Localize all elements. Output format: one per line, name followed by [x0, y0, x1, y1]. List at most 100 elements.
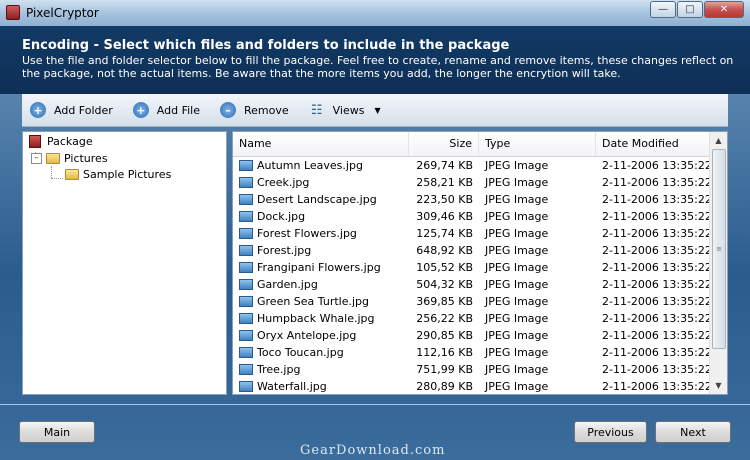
table-row[interactable]: Humpback Whale.jpg 256,22 KB JPEG Image 2-1…: [233, 310, 712, 327]
close-icon[interactable]: ✕: [704, 1, 744, 18]
window-controls: — □ ✕: [649, 1, 744, 18]
table-row[interactable]: Creek.jpg 258,21 KB JPEG Image 2-11-2006 13…: [233, 174, 712, 191]
column-header-name[interactable]: Name: [233, 132, 409, 156]
views-button[interactable]: ☷ Views ▼: [309, 102, 381, 118]
image-file-icon: [239, 262, 253, 273]
cell-size: 309,46 KB: [416, 210, 473, 223]
scroll-down-icon[interactable]: ▼: [710, 377, 727, 394]
table-row[interactable]: Frangipani Flowers.jpg 105,52 KB JPEG Imag…: [233, 259, 712, 276]
cell-name: Forest.jpg: [257, 244, 312, 257]
cell-size: 504,32 KB: [416, 278, 473, 291]
table-row[interactable]: Dock.jpg 309,46 KB JPEG Image 2-11-2006 13:…: [233, 208, 712, 225]
tree-item-sample-pictures[interactable]: Sample Pictures: [65, 168, 171, 181]
cell-name: Oryx Antelope.jpg: [257, 329, 357, 342]
cell-date: 2-11-2006 13:35:22: [602, 227, 712, 240]
table-row[interactable]: Desert Landscape.jpg 223,50 KB JPEG Image 2…: [233, 191, 712, 208]
collapse-icon[interactable]: –: [31, 153, 42, 164]
folder-icon: [65, 169, 79, 180]
column-header-type[interactable]: Type: [479, 132, 596, 156]
column-header-date[interactable]: Date Modified: [596, 132, 711, 156]
toolbar: + Add Folder + Add File – Remove ☷ Views…: [22, 94, 728, 127]
app-icon: [6, 5, 20, 20]
cell-size: 223,50 KB: [416, 193, 473, 206]
add-folder-button[interactable]: + Add Folder: [30, 102, 113, 118]
column-header-size[interactable]: Size: [409, 132, 479, 156]
table-row[interactable]: Forest.jpg 648,92 KB JPEG Image 2-11-2006 1…: [233, 242, 712, 259]
cell-type: JPEG Image: [485, 363, 549, 376]
cell-name: Frangipani Flowers.jpg: [257, 261, 381, 274]
main-button[interactable]: Main: [19, 421, 95, 443]
cell-name: Garden.jpg: [257, 278, 318, 291]
folder-tree[interactable]: Package – Pictures Sample Pictures: [22, 131, 227, 395]
image-file-icon: [239, 245, 253, 256]
cell-type: JPEG Image: [485, 227, 549, 240]
image-file-icon: [239, 296, 253, 307]
table-row[interactable]: Toco Toucan.jpg 112,16 KB JPEG Image 2-11-2…: [233, 344, 712, 361]
cell-type: JPEG Image: [485, 210, 549, 223]
previous-button[interactable]: Previous: [574, 421, 647, 443]
image-file-icon: [239, 381, 253, 392]
cell-size: 112,16 KB: [416, 346, 473, 359]
views-label: Views: [332, 103, 365, 117]
folder-icon: [46, 153, 60, 164]
cell-size: 648,92 KB: [416, 244, 473, 257]
table-row[interactable]: Waterfall.jpg 280,89 KB JPEG Image 2-11-200…: [233, 378, 712, 394]
cell-date: 2-11-2006 13:35:22: [602, 312, 712, 325]
image-file-icon: [239, 228, 253, 239]
cell-date: 2-11-2006 13:35:22: [602, 176, 712, 189]
file-list-header: Name Size Type Date Modified: [233, 132, 711, 157]
image-file-icon: [239, 177, 253, 188]
tree-item-sample-pictures-label: Sample Pictures: [83, 168, 172, 181]
image-file-icon: [239, 194, 253, 205]
cell-name: Humpback Whale.jpg: [257, 312, 375, 325]
table-row[interactable]: Garden.jpg 504,32 KB JPEG Image 2-11-2006 1…: [233, 276, 712, 293]
vertical-scrollbar[interactable]: ▲ ≡ ▼: [709, 132, 727, 394]
cell-size: 256,22 KB: [416, 312, 473, 325]
table-row[interactable]: Tree.jpg 751,99 KB JPEG Image 2-11-2006 13:…: [233, 361, 712, 378]
cell-date: 2-11-2006 13:35:22: [602, 244, 712, 257]
file-list[interactable]: Name Size Type Date Modified Autumn Leav…: [232, 131, 728, 395]
remove-button[interactable]: – Remove: [220, 102, 289, 118]
remove-icon: –: [220, 102, 236, 118]
cell-date: 2-11-2006 13:35:22: [602, 295, 712, 308]
wizard-header: Encoding - Select which files and folder…: [0, 26, 750, 94]
cell-date: 2-11-2006 13:35:22: [602, 210, 712, 223]
table-row[interactable]: Autumn Leaves.jpg 269,74 KB JPEG Image 2-11…: [233, 157, 712, 174]
cell-name: Dock.jpg: [257, 210, 306, 223]
tree-item-pictures[interactable]: – Pictures: [31, 152, 108, 165]
watermark: GearDownload.com: [300, 443, 446, 458]
image-file-icon: [239, 313, 253, 324]
scroll-up-icon[interactable]: ▲: [710, 132, 727, 149]
image-file-icon: [239, 160, 253, 171]
add-file-icon: +: [132, 102, 149, 118]
footer-divider: [0, 404, 750, 405]
title-bar[interactable]: PixelCryptor — □ ✕: [0, 0, 750, 26]
cell-type: JPEG Image: [485, 193, 549, 206]
table-row[interactable]: Oryx Antelope.jpg 290,85 KB JPEG Image 2-11…: [233, 327, 712, 344]
image-file-icon: [239, 330, 253, 341]
cell-name: Creek.jpg: [257, 176, 310, 189]
cell-type: JPEG Image: [485, 346, 549, 359]
next-button[interactable]: Next: [655, 421, 731, 443]
cell-type: JPEG Image: [485, 261, 549, 274]
scroll-thumb[interactable]: ≡: [712, 149, 726, 349]
cell-type: JPEG Image: [485, 159, 549, 172]
image-file-icon: [239, 211, 253, 222]
chevron-down-icon: ▼: [374, 105, 381, 115]
tree-item-package[interactable]: Package: [29, 135, 93, 148]
cell-name: Waterfall.jpg: [257, 380, 327, 393]
add-file-button[interactable]: + Add File: [132, 102, 200, 118]
table-row[interactable]: Green Sea Turtle.jpg 369,85 KB JPEG Image 2…: [233, 293, 712, 310]
cell-type: JPEG Image: [485, 278, 549, 291]
minimize-icon[interactable]: —: [650, 1, 676, 18]
tree-item-pictures-label: Pictures: [64, 152, 108, 165]
cell-name: Autumn Leaves.jpg: [257, 159, 363, 172]
maximize-icon[interactable]: □: [677, 1, 703, 18]
cell-size: 258,21 KB: [416, 176, 473, 189]
app-window: PixelCryptor — □ ✕ Encoding - Select whi…: [0, 0, 750, 460]
cell-date: 2-11-2006 13:35:22: [602, 346, 712, 359]
add-folder-icon: +: [30, 102, 46, 118]
cell-type: JPEG Image: [485, 312, 549, 325]
table-row[interactable]: Forest Flowers.jpg 125,74 KB JPEG Image 2-1…: [233, 225, 712, 242]
image-file-icon: [239, 279, 253, 290]
